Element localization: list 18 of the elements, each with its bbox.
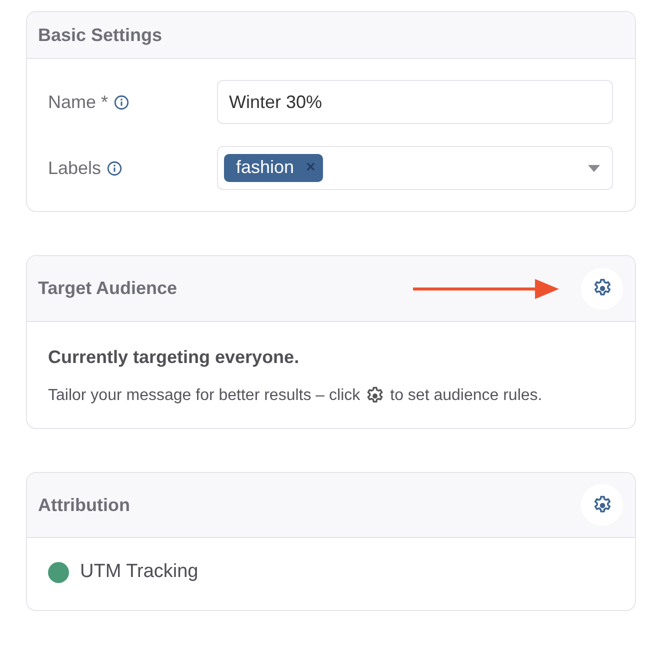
name-field[interactable]: Winter 30% <box>217 80 613 124</box>
hint-text: to set audience rules. <box>390 387 542 405</box>
dropdown-caret-icon <box>588 164 600 172</box>
card-title: Target Audience <box>38 278 178 299</box>
info-icon <box>114 94 130 110</box>
targeting-heading: Currently targeting everyone. <box>48 347 300 368</box>
tracking-label: UTM Tracking <box>80 561 198 583</box>
field-label: Name * <box>48 92 108 112</box>
settings-button[interactable] <box>581 268 623 310</box>
field-label: Labels <box>48 158 102 178</box>
settings-button[interactable] <box>581 484 623 526</box>
label-tag: fashion × <box>224 154 324 182</box>
card-title: Basic Settings <box>38 24 162 46</box>
hint-text: Tailor your message for better results – click <box>48 387 360 405</box>
labels-select[interactable]: fashion × <box>217 146 613 190</box>
card-title: Attribution <box>38 494 130 516</box>
settings-icon <box>592 494 612 516</box>
info-icon <box>107 160 122 176</box>
